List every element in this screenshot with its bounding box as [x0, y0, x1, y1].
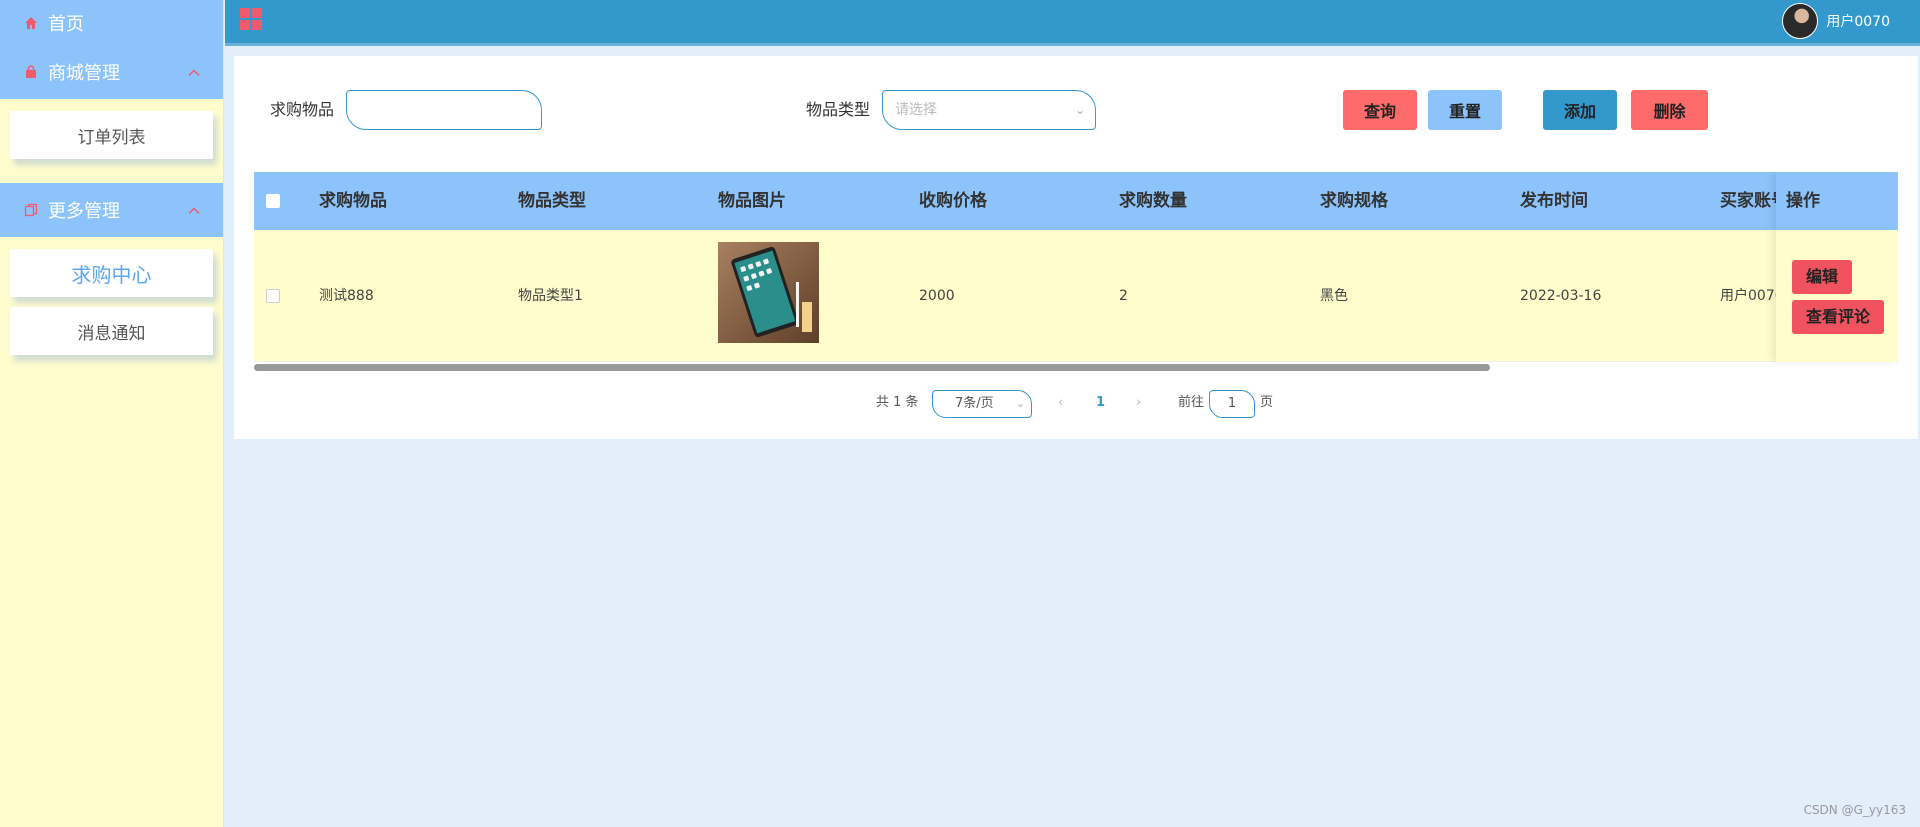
menu-group-mall[interactable]: 商城管理 [0, 45, 223, 99]
query-button[interactable]: 查询 [1343, 90, 1417, 130]
cell-type: 物品类型1 [518, 288, 583, 304]
menu-group-mall-label: 商城管理 [48, 63, 120, 84]
copy-icon [22, 201, 40, 219]
username: 用户0070 [1826, 14, 1890, 30]
operations-column: 操作 编辑 查看评论 [1776, 172, 1898, 362]
page-size-value: 7条/页 [955, 396, 994, 411]
sidebar-item-purchase-center[interactable]: 求购中心 [10, 249, 213, 297]
submenu-mall: 订单列表 [0, 99, 223, 183]
chevron-up-icon [187, 62, 201, 83]
col-header-price: 收购价格 [919, 191, 987, 211]
col-header-time: 发布时间 [1520, 191, 1588, 211]
cell-buyer: 用户0070 [1720, 288, 1784, 304]
cell-price: 2000 [919, 288, 955, 304]
horizontal-scrollbar[interactable] [254, 364, 1490, 371]
menu-home-label: 首页 [48, 13, 84, 35]
cell-time: 2022-03-16 [1520, 288, 1602, 304]
chevron-down-icon: ⌄ [1074, 103, 1085, 117]
sidebar-item-notifications[interactable]: 消息通知 [10, 307, 213, 355]
edit-button[interactable]: 编辑 [1792, 260, 1853, 294]
prev-page-icon[interactable]: ‹ [1058, 388, 1063, 418]
menu-group-more[interactable]: 更多管理 [0, 183, 223, 237]
home-icon [22, 14, 40, 32]
pagination-total: 共 1 条 [876, 395, 919, 410]
goto-label: 前往 [1178, 395, 1205, 410]
table-row[interactable]: 测试888 物品类型1 2000 2 黑色 2022-03-16 用户0070 [254, 230, 1898, 362]
watermark: CSDN @G_yy163 [1803, 803, 1906, 817]
cell-spec: 黑色 [1320, 288, 1348, 304]
select-all-checkbox[interactable] [266, 194, 280, 208]
chevron-down-icon: ⌄ [1015, 397, 1025, 410]
page-number-current[interactable]: 1 [1096, 388, 1105, 418]
main-card: 求购物品 物品类型 请选择 ⌄ 查询 重置 添加 删除 求购物品 物品类型 物品… [234, 56, 1918, 439]
add-button[interactable]: 添加 [1543, 90, 1617, 130]
item-search-label: 求购物品 [270, 100, 335, 119]
submenu-more: 求购中心 消息通知 [0, 237, 223, 379]
user-menu[interactable]: 用户0070 [1782, 0, 1890, 42]
item-image[interactable] [718, 242, 819, 343]
goto-page-input[interactable]: 1 [1209, 390, 1255, 418]
menu-group-more-label: 更多管理 [48, 201, 120, 222]
col-header-actions: 操作 [1776, 172, 1898, 230]
data-table: 求购物品 物品类型 物品图片 收购价格 求购数量 求购规格 发布时间 买家账号 … [254, 172, 1898, 374]
sidebar-item-order-list[interactable]: 订单列表 [10, 111, 213, 159]
next-page-icon[interactable]: › [1136, 388, 1141, 418]
shopping-bag-icon [22, 63, 40, 81]
search-bar: 求购物品 物品类型 请选择 ⌄ 查询 重置 添加 删除 [234, 90, 1918, 132]
cell-item: 测试888 [319, 288, 374, 304]
type-select-placeholder: 请选择 [895, 102, 937, 118]
pagination: 共 1 条 7条/页 ⌄ ‹ 1 › 前往 1 页 [234, 388, 1918, 418]
delete-button[interactable]: 删除 [1631, 90, 1708, 130]
reset-button[interactable]: 重置 [1428, 90, 1502, 130]
col-header-qty: 求购数量 [1119, 191, 1187, 211]
topbar: 用户0070 [225, 0, 1920, 46]
sidebar: 首页 商城管理 订单列表 更多管理 求购中心 消息通知 [0, 0, 224, 827]
view-comments-button[interactable]: 查看评论 [1792, 300, 1885, 334]
type-select-label: 物品类型 [806, 100, 871, 119]
menu-toggle-grid-icon[interactable] [240, 8, 262, 30]
item-search-input[interactable] [346, 90, 542, 130]
chevron-up-icon [187, 200, 201, 221]
type-select[interactable]: 请选择 ⌄ [882, 90, 1096, 130]
page-size-select[interactable]: 7条/页 ⌄ [932, 390, 1032, 418]
col-header-type: 物品类型 [518, 191, 586, 211]
table-header: 求购物品 物品类型 物品图片 收购价格 求购数量 求购规格 发布时间 买家账号 [254, 172, 1898, 230]
col-header-image: 物品图片 [718, 191, 786, 211]
col-header-spec: 求购规格 [1320, 191, 1388, 211]
menu-home[interactable]: 首页 [0, 0, 223, 45]
cell-qty: 2 [1119, 288, 1128, 304]
avatar[interactable] [1782, 3, 1819, 39]
page-unit-label: 页 [1260, 395, 1274, 410]
col-header-item: 求购物品 [319, 191, 387, 211]
row-checkbox[interactable] [266, 289, 280, 303]
